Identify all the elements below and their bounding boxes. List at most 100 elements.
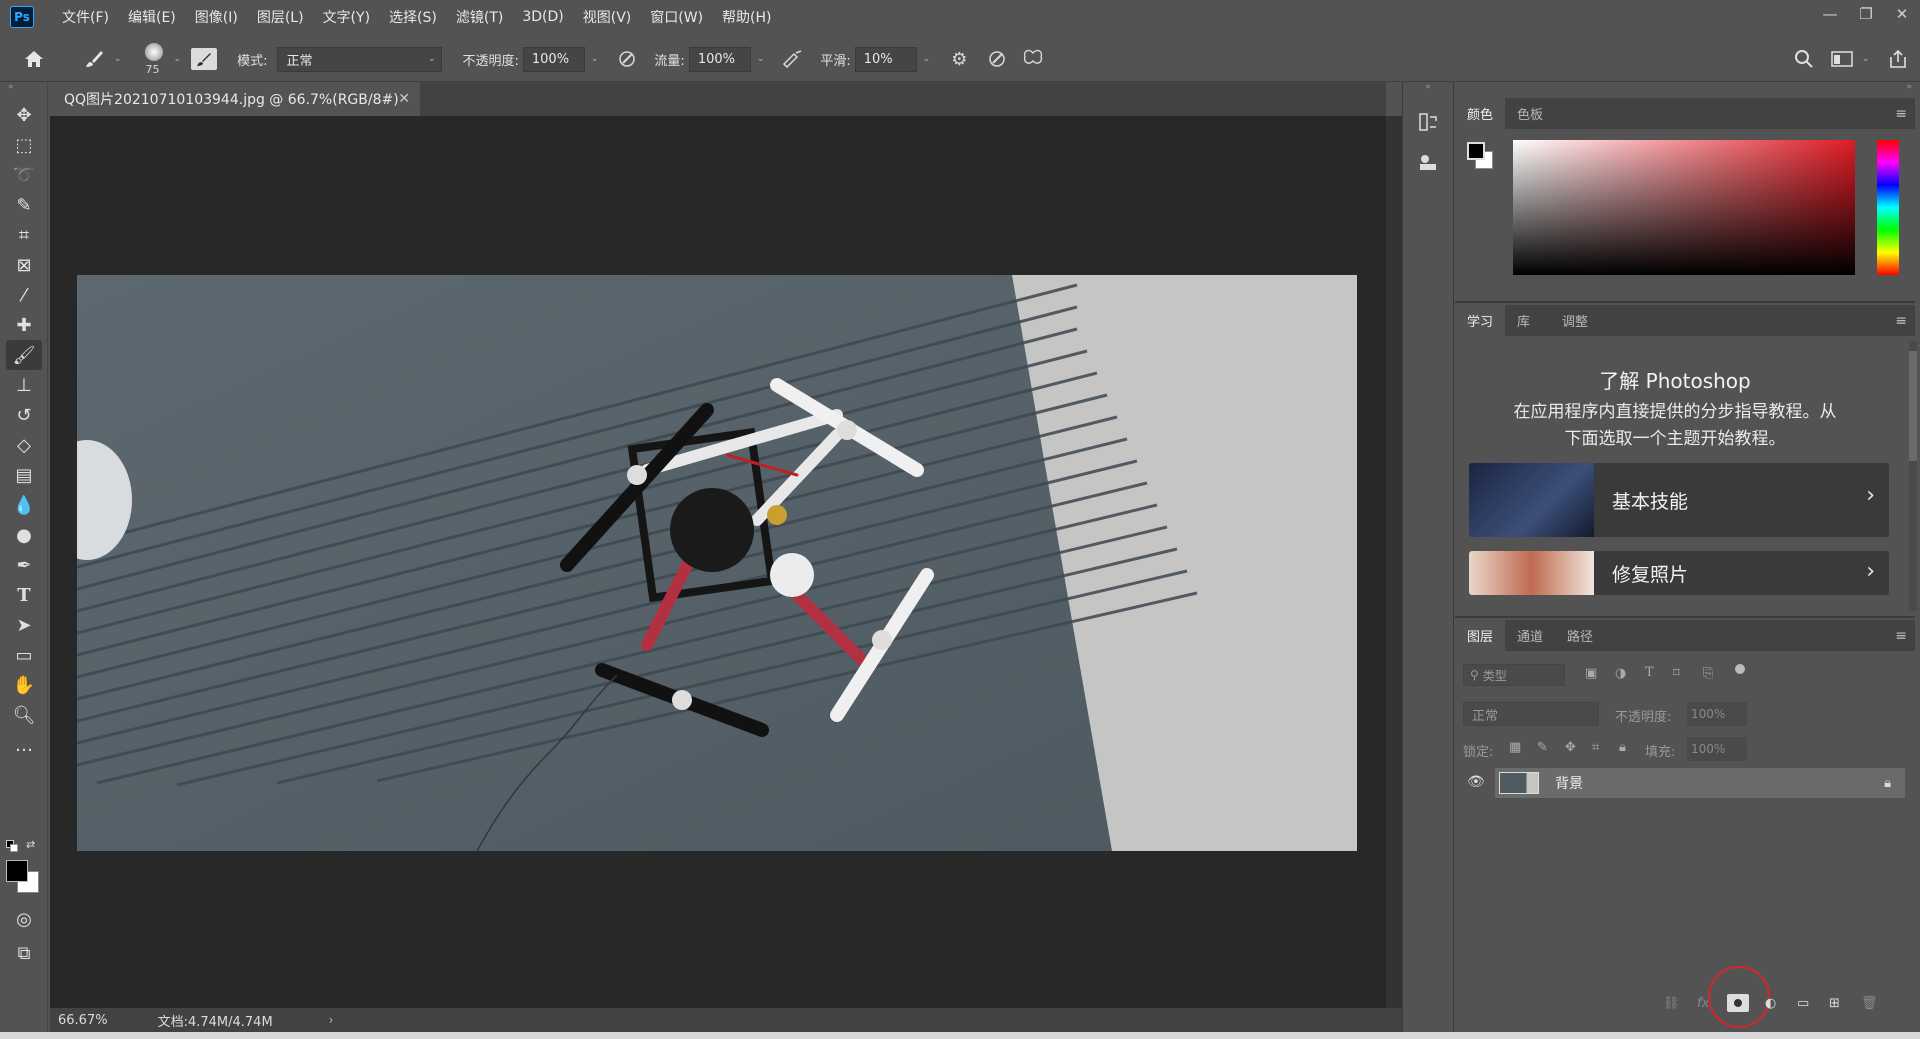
hand-tool-icon[interactable]: ✋	[6, 670, 42, 700]
learn-card-basic-skills[interactable]: 基本技能 ›	[1469, 463, 1889, 537]
rectangle-tool-icon[interactable]: ▭	[6, 640, 42, 670]
swap-colors-icon[interactable]: ⇄	[26, 838, 35, 851]
panel-menu-icon[interactable]: ≡	[1895, 106, 1907, 122]
learn-scrollbar[interactable]	[1909, 341, 1917, 611]
pressure-opacity-icon[interactable]	[612, 49, 642, 69]
new-group-icon[interactable]: ▭	[1797, 996, 1809, 1011]
filter-type-icon[interactable]: T	[1645, 665, 1654, 680]
panel-menu-icon[interactable]: ≡	[1895, 313, 1907, 329]
blur-tool-icon[interactable]: 💧	[6, 490, 42, 520]
pressure-size-icon[interactable]	[982, 49, 1012, 69]
filter-pixel-icon[interactable]: ▣	[1585, 666, 1597, 681]
filter-toggle-icon[interactable]	[1735, 664, 1745, 674]
symmetry-butterfly-icon[interactable]	[1018, 49, 1048, 69]
workspace-icon[interactable]	[1828, 50, 1856, 68]
collapse-panels-icon[interactable]: «	[1403, 82, 1453, 96]
layer-opacity-field[interactable]: 100%	[1687, 702, 1747, 726]
gear-icon[interactable]: ⚙	[944, 49, 974, 70]
share-icon[interactable]	[1884, 49, 1912, 69]
tab-swatches[interactable]: 色板	[1505, 98, 1555, 129]
clone-stamp-tool-icon[interactable]: ⊥	[6, 370, 42, 400]
opacity-field[interactable]: 100%	[522, 46, 585, 72]
brush-tool-icon[interactable]: 🖌	[6, 340, 42, 370]
fill-field[interactable]: 100%	[1687, 737, 1747, 761]
crop-tool-icon[interactable]: ⌗	[6, 220, 42, 250]
learn-card-fix-photos[interactable]: 修复照片 ›	[1469, 551, 1889, 595]
brush-preset-icon[interactable]	[74, 49, 114, 69]
menu-edit[interactable]: 编辑(E)	[128, 7, 176, 27]
mode-select[interactable]: 正常 ⌄	[277, 46, 443, 72]
collapse-handle-icon[interactable]: »	[0, 82, 47, 100]
document-tab[interactable]: QQ图片20210710103944.jpg @ 66.7%(RGB/8#) ✕	[50, 82, 420, 116]
color-fg-swatch[interactable]	[1467, 142, 1485, 160]
restore-icon[interactable]: ❐	[1848, 0, 1884, 28]
flow-field[interactable]: 100%	[688, 46, 751, 72]
layer-filter-select[interactable]: ⚲ 类型	[1463, 664, 1565, 686]
tab-libraries[interactable]: 库	[1505, 305, 1542, 336]
brush-settings-icon[interactable]	[191, 48, 218, 70]
menu-window[interactable]: 窗口(W)	[650, 7, 703, 27]
eyedropper-tool-icon[interactable]: ⁄	[6, 280, 42, 310]
menu-select[interactable]: 选择(S)	[389, 7, 437, 27]
chevron-down-icon[interactable]: ⌄	[114, 54, 122, 64]
lasso-tool-icon[interactable]: ➰	[6, 160, 42, 190]
path-selection-tool-icon[interactable]: ➤	[6, 610, 42, 640]
chevron-down-icon[interactable]: ⌄	[1862, 54, 1870, 64]
menu-type[interactable]: 文字(Y)	[323, 7, 370, 27]
link-layers-icon[interactable]: ⛓	[1663, 996, 1680, 1011]
properties-panel-icon[interactable]	[1403, 142, 1453, 182]
type-tool-icon[interactable]: T	[6, 580, 42, 610]
filter-shape-icon[interactable]: ⌑	[1673, 666, 1680, 681]
layer-row[interactable]: 背景 🔒︎	[1495, 768, 1905, 798]
menu-image[interactable]: 图像(I)	[195, 7, 238, 27]
lock-paint-icon[interactable]: ✎	[1537, 740, 1548, 755]
quick-mask-icon[interactable]: ◎	[6, 904, 42, 934]
menu-help[interactable]: 帮助(H)	[722, 7, 771, 27]
panel-menu-icon[interactable]: ≡	[1895, 628, 1907, 644]
minimize-icon[interactable]: —	[1812, 0, 1848, 28]
menu-view[interactable]: 视图(V)	[583, 7, 632, 27]
move-tool-icon[interactable]: ✥	[6, 100, 42, 130]
chevron-down-icon[interactable]: ⌄	[174, 54, 182, 64]
close-window-icon[interactable]: ✕	[1884, 0, 1920, 28]
screen-mode-icon[interactable]: ⧉	[6, 938, 42, 968]
menu-filter[interactable]: 滤镜(T)	[456, 7, 503, 27]
eye-icon[interactable]: 👁︎	[1467, 774, 1485, 790]
learn-panel-icon[interactable]	[1403, 102, 1453, 142]
document-image[interactable]	[77, 275, 1357, 851]
lock-artboard-icon[interactable]: ⌗	[1592, 740, 1599, 755]
new-layer-icon[interactable]: ⊞	[1829, 996, 1840, 1011]
expand-panels-icon[interactable]: »	[1455, 82, 1920, 98]
tab-color[interactable]: 颜色	[1455, 98, 1506, 129]
delete-layer-icon[interactable]: 🗑︎	[1861, 996, 1878, 1011]
home-icon[interactable]	[14, 50, 54, 68]
healing-brush-tool-icon[interactable]: ✚	[6, 310, 42, 340]
menu-3d[interactable]: 3D(D)	[522, 9, 563, 25]
dodge-tool-icon[interactable]: ●	[6, 520, 42, 550]
color-picker-field[interactable]	[1513, 140, 1855, 275]
gradient-tool-icon[interactable]: ▤	[6, 460, 42, 490]
chevron-down-icon[interactable]: ⌄	[923, 54, 931, 64]
canvas-scrollbar[interactable]	[1386, 116, 1402, 1008]
pen-tool-icon[interactable]: ✒	[6, 550, 42, 580]
tab-adjustments[interactable]: 调整	[1550, 305, 1600, 336]
filter-adjustment-icon[interactable]: ◑	[1615, 666, 1626, 681]
marquee-tool-icon[interactable]: ⬚	[6, 130, 42, 160]
foreground-color-swatch[interactable]	[6, 860, 28, 882]
eraser-tool-icon[interactable]: ◇	[6, 430, 42, 460]
tab-learn[interactable]: 学习	[1455, 305, 1506, 336]
airbrush-icon[interactable]	[778, 50, 808, 68]
adjustment-layer-icon[interactable]: ◐	[1765, 996, 1776, 1011]
chevron-down-icon[interactable]: ⌄	[757, 54, 765, 64]
hue-slider[interactable]	[1877, 140, 1899, 275]
smoothing-field[interactable]: 10%	[854, 46, 917, 72]
history-brush-tool-icon[interactable]: ↺	[6, 400, 42, 430]
blend-mode-select[interactable]: 正常	[1463, 702, 1599, 726]
default-colors-icon[interactable]	[6, 840, 18, 852]
tab-paths[interactable]: 路径	[1555, 620, 1605, 651]
chevron-down-icon[interactable]: ⌄	[591, 54, 599, 64]
zoom-tool-icon[interactable]: 🔍︎	[6, 700, 42, 730]
search-icon[interactable]	[1790, 49, 1818, 69]
filter-smart-object-icon[interactable]: ⎘	[1703, 666, 1713, 681]
status-expand-icon[interactable]: ›	[329, 1013, 334, 1027]
